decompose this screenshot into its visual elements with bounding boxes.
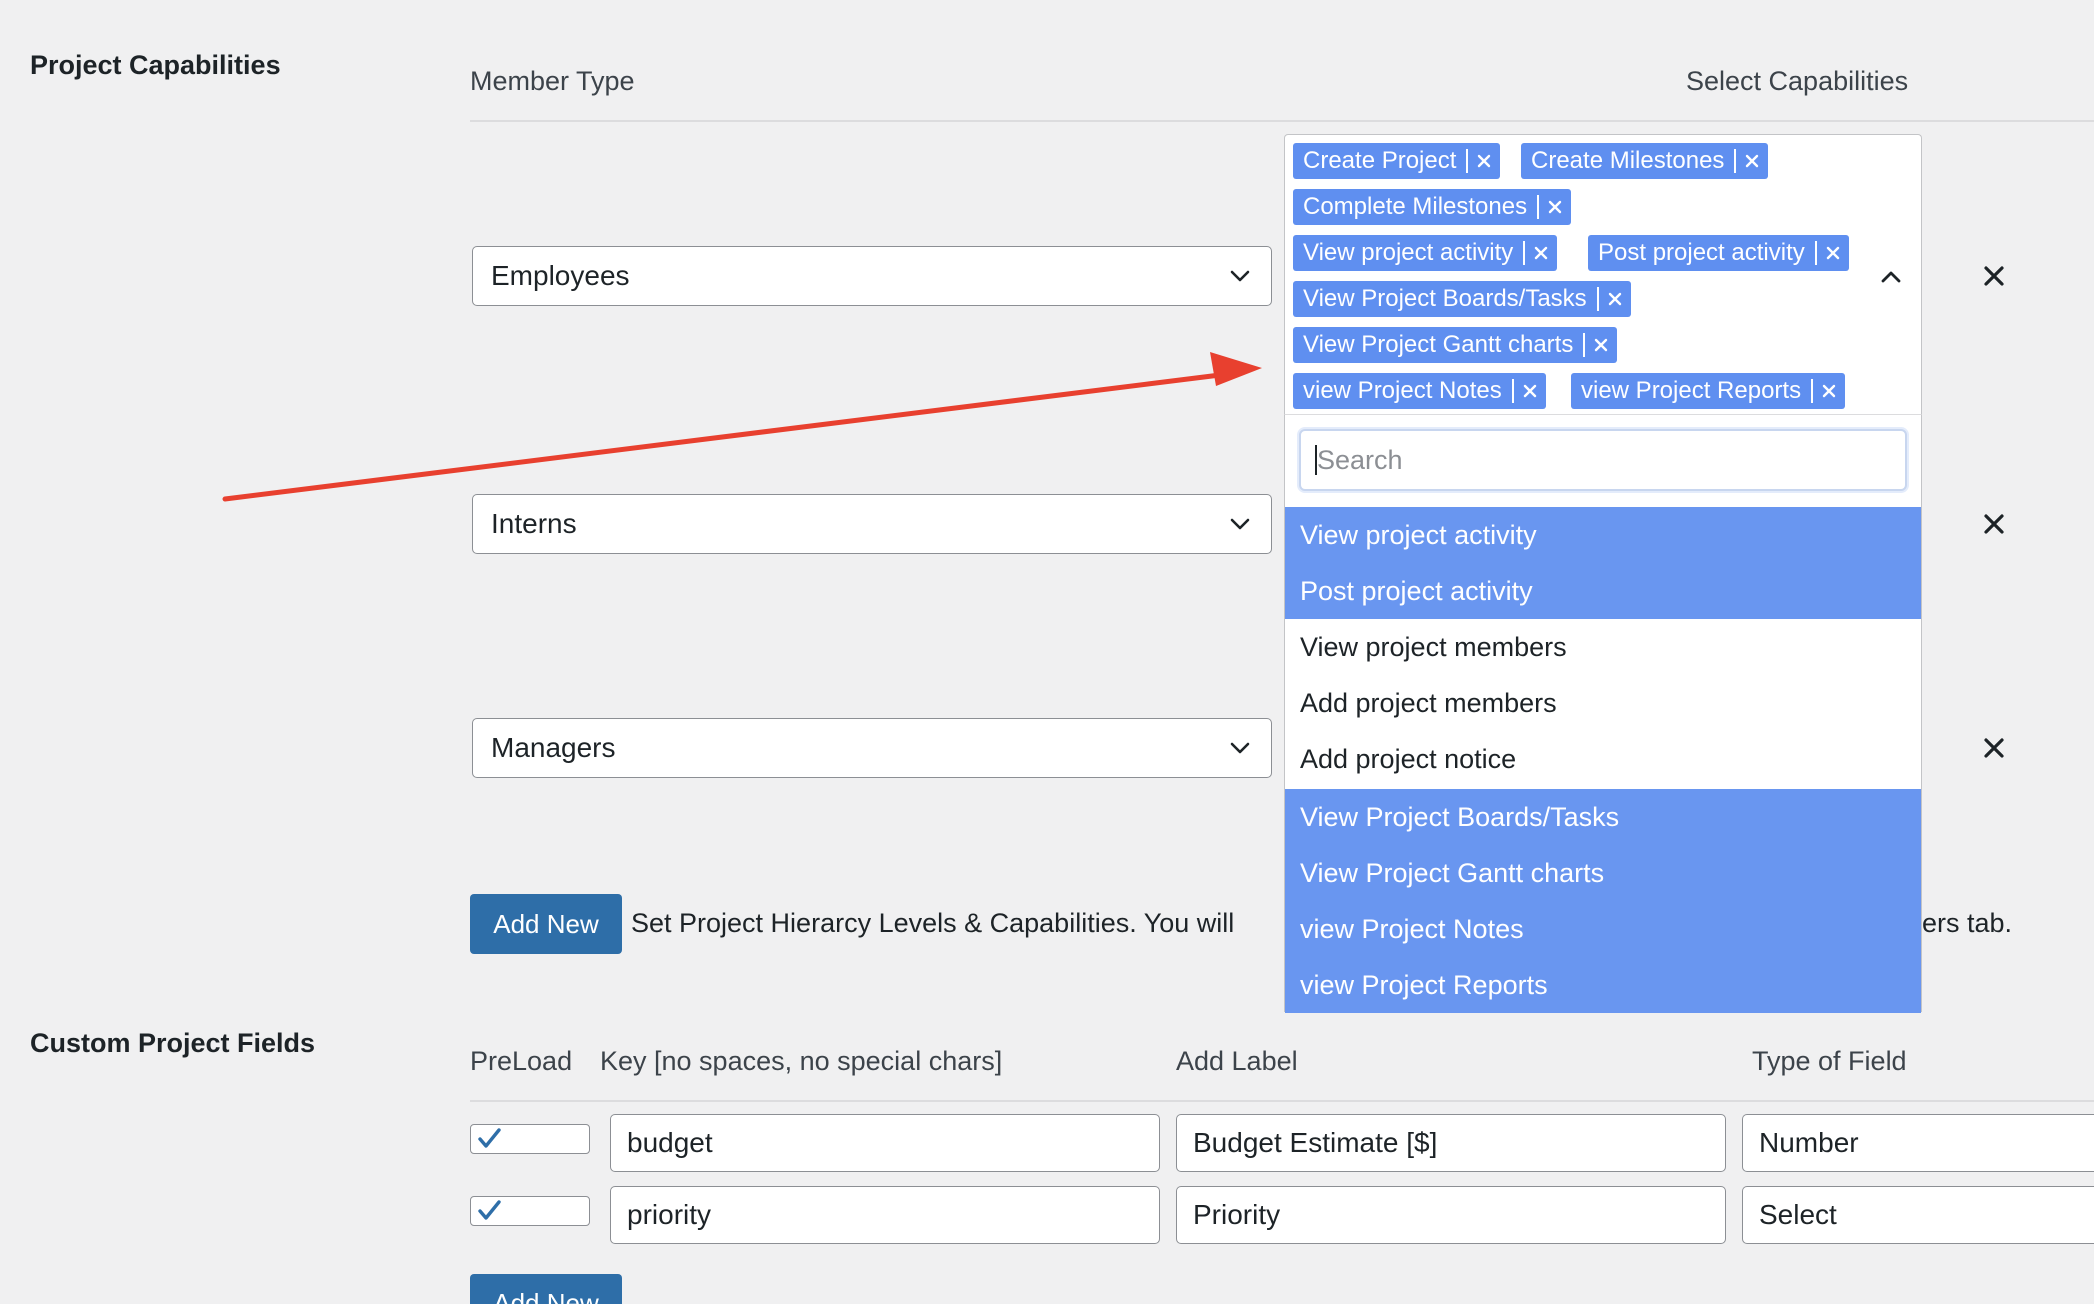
fields-header-divider xyxy=(470,1100,2094,1102)
custom-project-fields-title: Custom Project Fields xyxy=(30,1028,316,1058)
capability-tag: Post project activity xyxy=(1588,235,1849,271)
remove-tag-close-icon[interactable] xyxy=(1607,291,1623,307)
add-custom-field-button[interactable]: Add New xyxy=(470,1274,622,1304)
remove-tag-close-icon[interactable] xyxy=(1522,383,1538,399)
capabilities-help-text: Set Project Hierarcy Levels & Capabiliti… xyxy=(631,908,1235,938)
capability-option[interactable]: View Project Gantt charts xyxy=(1285,845,1921,901)
remove-tag-close-icon[interactable] xyxy=(1825,245,1841,261)
field-label-input[interactable]: Budget Estimate [$] xyxy=(1176,1114,1726,1172)
remove-row-managers-close-icon[interactable] xyxy=(1976,730,2012,766)
member-type-select-employees[interactable]: Employees xyxy=(472,246,1272,306)
capability-option[interactable]: View Project Boards/Tasks xyxy=(1285,789,1921,845)
member-type-value: Employees xyxy=(491,260,630,291)
add-capability-row-button[interactable]: Add New xyxy=(470,894,622,954)
header-divider xyxy=(470,120,2094,122)
remove-tag-close-icon[interactable] xyxy=(1547,199,1563,215)
capability-option[interactable]: View project activity xyxy=(1285,507,1921,563)
project-capabilities-title: Project Capabilities xyxy=(30,50,281,80)
member-type-header: Member Type xyxy=(470,66,635,96)
capability-option[interactable]: Add project members xyxy=(1285,675,1921,731)
capability-tag: Complete Milestones xyxy=(1293,189,1572,225)
capability-option[interactable]: view Project Reports xyxy=(1285,957,1921,1013)
capability-option[interactable]: view Project Notes xyxy=(1285,901,1921,957)
capabilities-dropdown: Search View project activity Post projec… xyxy=(1284,414,1922,1013)
capabilities-help-text-tail: ers tab. xyxy=(1922,908,2013,938)
capabilities-multiselect[interactable]: Create Project Create Milestones Complet… xyxy=(1284,134,1922,414)
type-header: Type of Field xyxy=(1752,1046,1907,1076)
remove-tag-close-icon[interactable] xyxy=(1744,153,1760,169)
select-capabilities-header: Select Capabilities xyxy=(1686,66,1909,96)
preload-checkbox[interactable] xyxy=(470,1196,590,1226)
chevron-up-icon[interactable] xyxy=(1877,263,1905,291)
checkmark-icon xyxy=(478,1128,501,1148)
search-placeholder: Search xyxy=(1317,444,1403,475)
capability-tag: Create Milestones xyxy=(1521,143,1769,179)
label-header: Add Label xyxy=(1176,1046,1298,1076)
remove-tag-close-icon[interactable] xyxy=(1593,337,1609,353)
remove-row-employees-close-icon[interactable] xyxy=(1976,258,2012,294)
capability-tag: view Project Notes xyxy=(1293,373,1546,409)
key-header: Key [no spaces, no special chars] xyxy=(600,1046,1003,1076)
remove-tag-close-icon[interactable] xyxy=(1476,153,1492,169)
field-key-input[interactable]: budget xyxy=(610,1114,1160,1172)
chevron-down-icon xyxy=(1230,518,1250,530)
capability-tag: Create Project xyxy=(1293,143,1501,179)
field-key-input[interactable]: priority xyxy=(610,1186,1160,1244)
capability-search-input[interactable]: Search xyxy=(1299,429,1907,491)
member-type-value: Managers xyxy=(491,732,616,763)
member-type-select-managers[interactable]: Managers xyxy=(472,718,1272,778)
preload-header: PreLoad xyxy=(470,1046,573,1076)
capability-tag: View project activity xyxy=(1293,235,1558,271)
field-type-select[interactable]: Number xyxy=(1742,1114,2094,1172)
member-type-value: Interns xyxy=(491,508,577,539)
field-label-input[interactable]: Priority xyxy=(1176,1186,1726,1244)
capability-tag: View Project Gantt charts xyxy=(1293,327,1618,363)
capability-option[interactable]: Post project activity xyxy=(1285,563,1921,619)
remove-tag-close-icon[interactable] xyxy=(1533,245,1549,261)
preload-checkbox[interactable] xyxy=(470,1124,590,1154)
checkmark-icon xyxy=(478,1200,501,1220)
capability-option[interactable]: View project members xyxy=(1285,619,1921,675)
field-type-select[interactable]: Select xyxy=(1742,1186,2094,1244)
remove-row-interns-close-icon[interactable] xyxy=(1976,506,2012,542)
capability-option[interactable]: Add project notice xyxy=(1285,731,1921,787)
capability-tag: view Project Reports xyxy=(1571,373,1846,409)
chevron-down-icon xyxy=(1230,270,1250,282)
capability-tag: View Project Boards/Tasks xyxy=(1293,281,1631,317)
member-type-select-interns[interactable]: Interns xyxy=(472,494,1272,554)
remove-tag-close-icon[interactable] xyxy=(1821,383,1837,399)
chevron-down-icon xyxy=(1230,742,1250,754)
